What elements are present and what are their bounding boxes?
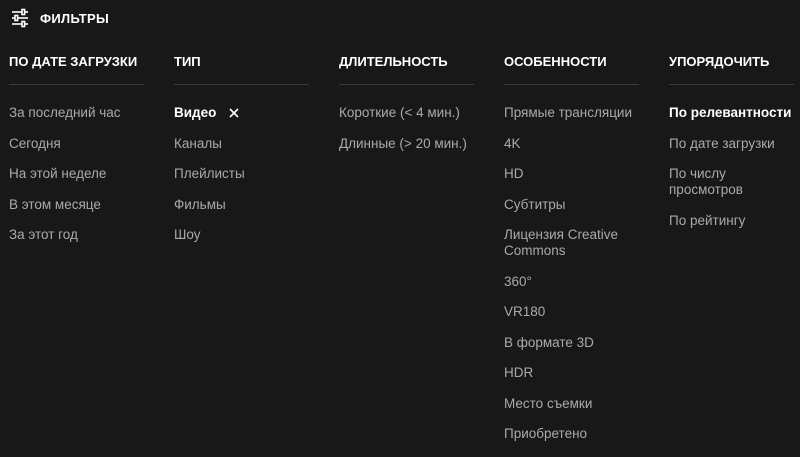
sort-rating[interactable]: По рейтингу (669, 213, 794, 229)
sort-upload-date[interactable]: По дате загрузки (669, 136, 794, 152)
filter-long[interactable]: Длинные (> 20 мин.) (339, 136, 474, 152)
filter-this-month[interactable]: В этом месяце (9, 197, 144, 213)
column-duration: ДЛИТЕЛЬНОСТЬ Короткие (< 4 мин.) Длинные… (339, 52, 474, 457)
close-icon[interactable] (228, 107, 240, 119)
filter-playlists[interactable]: Плейлисты (174, 166, 309, 182)
filter-video[interactable]: Видео (174, 105, 309, 121)
filter-subtitles[interactable]: Субтитры (504, 197, 639, 213)
sort-relevance[interactable]: По релевантности (669, 105, 794, 121)
column-title-type: ТИП (174, 52, 309, 85)
filters-toggle-button[interactable]: ФИЛЬТРЫ (0, 0, 109, 36)
filter-purchased[interactable]: Приобретено (504, 426, 639, 442)
filter-video-label: Видео (174, 105, 217, 120)
column-upload-date: ПО ДАТЕ ЗАГРУЗКИ За последний час Сегодн… (9, 52, 144, 457)
filter-vr180[interactable]: VR180 (504, 304, 639, 320)
filter-today[interactable]: Сегодня (9, 136, 144, 152)
filter-shows[interactable]: Шоу (174, 227, 309, 243)
sort-view-count[interactable]: По числу просмотров (669, 166, 794, 198)
column-title-upload-date: ПО ДАТЕ ЗАГРУЗКИ (9, 52, 144, 85)
filter-hd[interactable]: HD (504, 166, 639, 182)
filter-movies[interactable]: Фильмы (174, 197, 309, 213)
filter-columns: ПО ДАТЕ ЗАГРУЗКИ За последний час Сегодн… (9, 52, 794, 457)
column-sort: УПОРЯДОЧИТЬ По релевантности По дате заг… (669, 52, 794, 457)
filter-creative-commons[interactable]: Лицензия Creative Commons (504, 227, 639, 259)
column-title-duration: ДЛИТЕЛЬНОСТЬ (339, 52, 474, 85)
filter-short[interactable]: Короткие (< 4 мин.) (339, 105, 474, 121)
filter-this-year[interactable]: За этот год (9, 227, 144, 243)
filter-this-week[interactable]: На этой неделе (9, 166, 144, 182)
filter-hdr[interactable]: HDR (504, 365, 639, 381)
filter-360[interactable]: 360° (504, 274, 639, 290)
column-features: ОСОБЕННОСТИ Прямые трансляции 4K HD Субт… (504, 52, 639, 457)
filter-channels[interactable]: Каналы (174, 136, 309, 152)
filter-4k[interactable]: 4K (504, 136, 639, 152)
column-title-sort: УПОРЯДОЧИТЬ (669, 52, 794, 85)
filters-label: ФИЛЬТРЫ (40, 10, 110, 26)
column-type: ТИП Видео Каналы Плейлисты Фильмы Шоу (174, 52, 309, 457)
filter-3d[interactable]: В формате 3D (504, 335, 639, 351)
filter-live[interactable]: Прямые трансляции (504, 105, 639, 121)
filter-location[interactable]: Место съемки (504, 396, 639, 412)
filter-last-hour[interactable]: За последний час (9, 105, 144, 121)
column-title-features: ОСОБЕННОСТИ (504, 52, 639, 85)
filter-sliders-icon (10, 8, 30, 28)
